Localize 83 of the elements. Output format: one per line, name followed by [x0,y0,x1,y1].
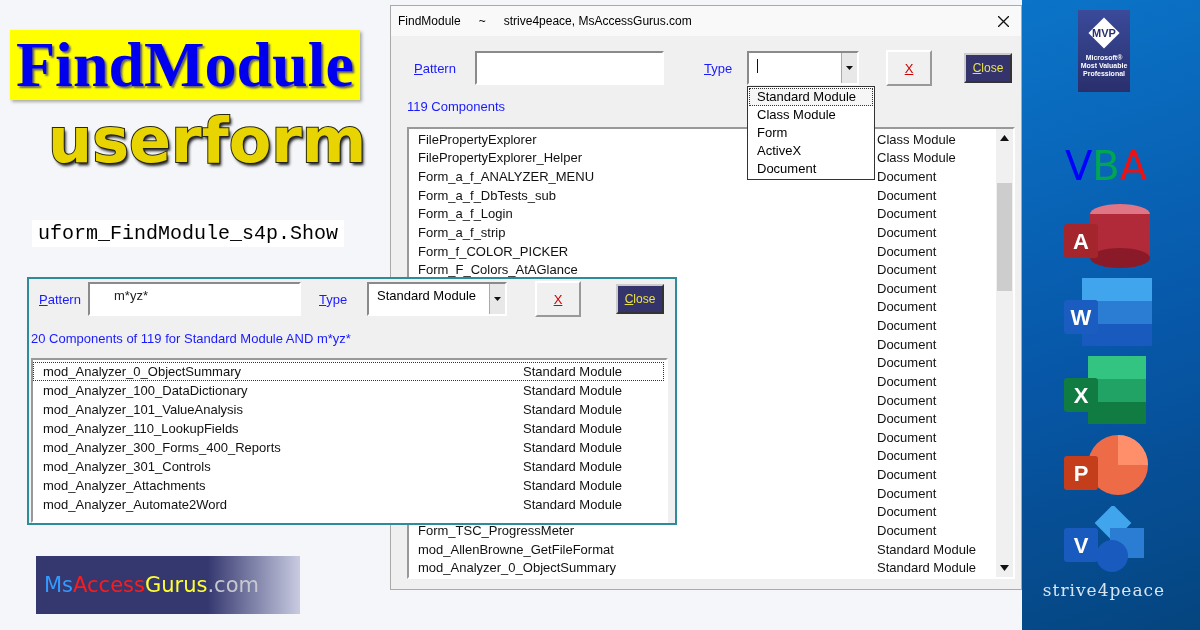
module-type: Standard Module [523,497,622,512]
module-name[interactable]: Form_a_f_strip [418,224,506,240]
module-type: Standard Module [877,560,976,576]
component-count: 20 Components of 119 for Standard Module AND m*yz* [31,331,351,346]
module-type: Standard Module [523,459,622,474]
module-type: Document [877,336,937,352]
title-separator: ~ [478,14,486,28]
module-name[interactable]: mod_Analyzer_0_ObjectSummary [418,560,616,576]
module-type: Standard Module [523,478,622,493]
banner-subtitle: userform [48,106,367,176]
module-type: Document [877,280,937,296]
module-type: Class Module [877,131,956,147]
module-name[interactable]: FilePropertyExplorer [418,131,537,147]
module-type: Document [877,262,937,278]
caret-icon [846,66,853,70]
module-type: Document [877,504,937,520]
module-type: Standard Module [523,402,622,417]
module-name[interactable]: mod_Analyzer_110_LookupFields [43,421,239,436]
caret-icon [494,297,501,301]
module-type: Document [877,169,937,185]
menu-option[interactable]: Standard Module [749,88,873,106]
pattern-field[interactable]: m*yz* [88,282,301,316]
module-name[interactable]: Form_a_f_Login [418,206,513,222]
module-type: Document [877,429,937,445]
window-title: FindModule [398,14,461,28]
module-name[interactable]: mod_Analyzer_300_Forms_400_Reports [43,440,281,455]
module-type: Document [877,243,937,259]
module-type: Standard Module [523,364,622,379]
module-name[interactable]: Form_a_f_ANALYZER_MENU [418,169,595,185]
module-name[interactable]: mod_Analyzer_101_ValueAnalysis [43,402,243,417]
module-type: Document [877,522,937,538]
type-dropdown[interactable]: Standard Module [367,282,507,316]
logo: MsAccessGurus.com [36,556,300,614]
module-type: Document [877,373,937,389]
module-type: Class Module [877,150,956,166]
module-name[interactable]: mod_Analyzer_Automate2Word [43,497,228,512]
clear-button[interactable]: X [535,281,581,317]
module-type: Document [877,467,937,483]
module-name[interactable]: Form_TSC_ProgressMeter [418,522,575,538]
module-type: Document [877,299,937,315]
module-name[interactable]: mod_AllenBrowne_GetFileFormat [418,541,614,557]
module-type: Document [877,355,937,371]
module-name[interactable]: FilePropertyExplorer_Helper [418,150,582,166]
type-label: Type [704,60,734,76]
module-type: Standard Module [523,383,622,398]
scrollbar-thumb[interactable] [997,183,1012,291]
close-icon[interactable] [998,15,1009,27]
signature: strive4peace [1042,580,1166,600]
close-button[interactable]: Close [964,53,1012,83]
module-type: Document [877,224,937,240]
component-count: 119 Components [407,99,506,114]
pattern-field[interactable] [475,51,664,85]
module-name[interactable]: Form_a_f_DbTests_sub [418,187,556,203]
pattern-label: Pattern [39,291,82,307]
module-type: Document [877,448,937,464]
module-name[interactable]: mod_Analyzer_Attachments [43,478,206,493]
type-label: Type [319,291,349,307]
scrollbar[interactable] [996,129,1013,577]
module-type: Standard Module [877,541,976,557]
clear-button[interactable]: X [886,50,932,86]
window-credit: strive4peace, MsAccessGurus.com [503,14,692,28]
scroll-up-icon[interactable] [1000,135,1009,141]
mvp-title: MVP [1092,27,1116,39]
command-text: uform_FindModule_s4p.Show [32,220,345,247]
vba-logo: VBA [1064,144,1148,188]
module-name[interactable]: mod_Analyzer_0_ObjectSummary [43,364,241,379]
module-type: Document [877,187,937,203]
module-name[interactable]: Form_F_Colors_AtAGlance [418,262,578,278]
module-type: Document [877,485,937,501]
module-type: Standard Module [523,421,622,436]
type-dropdown[interactable] [747,51,859,85]
module-name[interactable]: Form_f_COLOR_PICKER [418,243,569,259]
module-type: Document [877,392,937,408]
banner-title: FindModule [10,30,360,100]
module-type: Standard Module [523,440,622,455]
module-type: Document [877,411,937,427]
module-name[interactable]: mod_Analyzer_100_DataDictionary [43,383,248,398]
module-name[interactable]: mod_Analyzer_301_Controls [43,459,211,474]
pattern-label: Pattern [414,60,457,76]
scroll-down-icon[interactable] [1000,565,1009,571]
module-type: Document [877,318,937,334]
module-type: Document [877,206,937,222]
close-button[interactable]: Close [616,284,664,314]
